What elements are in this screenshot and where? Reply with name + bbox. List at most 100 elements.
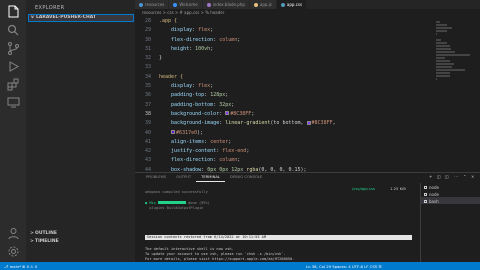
tab-index-blade[interactable]: index.blade.php: [202, 0, 250, 9]
extensions-icon[interactable]: [6, 77, 21, 92]
minimap-line: [436, 42, 447, 44]
code-token: column: [219, 157, 238, 164]
code-token: linear-gradient: [225, 120, 271, 127]
code-line[interactable]: 41 align-items: center;: [135, 138, 480, 147]
tab-resources[interactable]: resources: [135, 0, 170, 9]
more-icon[interactable]: ⋯: [454, 174, 458, 179]
tab-problems[interactable]: PROBLEMS: [141, 173, 171, 182]
code-line[interactable]: 33: [135, 63, 480, 72]
code-token: ;: [237, 157, 241, 164]
color-swatch[interactable]: [225, 111, 230, 116]
code-line[interactable]: 39 background-image: linear-gradient(to …: [135, 119, 480, 128]
minimap-line: [436, 60, 451, 62]
close-panel-icon[interactable]: ×: [471, 174, 474, 179]
code-line[interactable]: 32}: [135, 54, 480, 63]
terminal-size-badge: 1.25 KiB: [390, 186, 406, 191]
split-terminal-icon[interactable]: ◫: [437, 174, 441, 179]
minimap-line: [436, 45, 450, 47]
sidebar-section-timeline[interactable]: >TIMELINE: [27, 238, 135, 246]
explorer-sidebar: EXPLORER v LARAVEL-PUSHER-CHAT >OUTLINE >…: [27, 0, 135, 262]
activity-bar: [0, 0, 27, 262]
source-control-icon[interactable]: [6, 41, 21, 56]
line-number: 38: [144, 110, 151, 117]
tab-terminal[interactable]: TERMINAL: [196, 173, 225, 182]
breadcrumb[interactable]: resources > css > # app.css > % header: [135, 9, 480, 17]
code-line[interactable]: 28 .app {: [135, 17, 480, 26]
code-line[interactable]: 42 justify-content: flex-end;: [135, 147, 480, 156]
run-debug-icon[interactable]: [6, 59, 21, 74]
file-tree-area: [27, 22, 135, 230]
code-line[interactable]: 36 padding-top: 128px;: [135, 91, 480, 100]
folder-icon: [139, 2, 143, 7]
minimap-line: [436, 33, 437, 35]
terminal-output[interactable]: webpack compiled successfully ● Mix done …: [135, 183, 412, 263]
minimap-line: [436, 66, 453, 68]
color-swatch[interactable]: [171, 130, 176, 135]
code-token: );: [197, 129, 204, 136]
status-bar: ⎇ main* ⊗ 0 ⚠ 0 Ln 38, Col 29 Spaces: 4 …: [0, 262, 480, 270]
code-token: ,: [332, 120, 336, 127]
minimap[interactable]: [433, 17, 473, 172]
new-terminal-icon[interactable]: +: [429, 174, 432, 179]
code-token: background-image: [159, 120, 220, 127]
status-left[interactable]: ⎇ main* ⊗ 0 ⚠ 0: [4, 264, 37, 269]
search-icon[interactable]: [6, 23, 21, 38]
minimap-line: [436, 57, 445, 59]
minimap-line: [436, 63, 454, 65]
code-token: display: [159, 27, 193, 34]
gear-icon[interactable]: [6, 244, 21, 259]
code-line[interactable]: 38 background-color: #8C38FF;: [135, 110, 480, 119]
code-line[interactable]: 30 flex-direction: column;: [135, 36, 480, 45]
terminal-icon: [424, 192, 427, 196]
sidebar-section-outline[interactable]: >OUTLINE: [27, 230, 135, 238]
terminal-name: node: [429, 191, 439, 197]
terminal-icon: [424, 185, 427, 189]
maximize-panel-icon[interactable]: ⌃: [463, 174, 466, 179]
account-icon[interactable]: [6, 226, 21, 241]
code-token: }: [159, 55, 163, 62]
line-number: 36: [144, 92, 151, 99]
code-line[interactable]: 29 display: flex;: [135, 26, 480, 35]
trash-icon[interactable]: ◫: [445, 174, 449, 179]
status-right[interactable]: Ln 38, Col 29 Spaces: 4 UTF-8 LF CSS ☰: [306, 264, 382, 269]
terminal-item[interactable]: node: [421, 183, 480, 190]
tab-app-js[interactable]: app.js: [249, 0, 277, 9]
code-line[interactable]: 34 header {: [135, 73, 480, 82]
editor-tabs: resources Welcome index.blade.php app.js…: [135, 0, 480, 9]
tab-welcome[interactable]: Welcome: [169, 0, 203, 9]
tab-app-css[interactable]: app.css: [276, 0, 308, 9]
code-token: padding-bottom: [159, 101, 214, 108]
code-line[interactable]: 43 flex-direction: column;: [135, 156, 480, 165]
code-line[interactable]: 31 height: 100vh;: [135, 45, 480, 54]
code-token: 128px: [210, 92, 226, 99]
code-line[interactable]: 40 #6317e0);: [135, 129, 480, 138]
code-token: flex-end: [222, 148, 247, 155]
tab-label: index.blade.php: [212, 2, 245, 7]
terminal-item[interactable]: node: [421, 190, 480, 197]
terminal-icon: [424, 199, 427, 203]
minimap-line: [436, 54, 470, 56]
minimap-line: [436, 39, 441, 41]
code-token: ;: [237, 36, 241, 43]
code-token: ;: [251, 110, 255, 117]
line-number: 32: [144, 55, 151, 62]
line-number: 28: [144, 18, 151, 24]
remote-icon[interactable]: [6, 95, 21, 110]
tab-debug-console[interactable]: DEBUG CONSOLE: [225, 173, 267, 182]
files-icon[interactable]: [6, 4, 21, 19]
code-token: column: [219, 36, 238, 43]
code-line[interactable]: 35 display: flex;: [135, 82, 480, 91]
code-editor[interactable]: 28 .app {29 display: flex; 30 flex-directi…: [135, 17, 480, 172]
code-token: display: [159, 83, 193, 90]
line-number: 31: [144, 45, 151, 52]
code-line[interactable]: 37 padding-bottom: 32px;: [135, 101, 480, 110]
terminal-list: node node bash: [420, 183, 480, 263]
explorer-title: EXPLORER: [35, 5, 65, 11]
terminal-item[interactable]: bash: [421, 197, 480, 204]
tab-output[interactable]: OUTPUT: [171, 173, 196, 182]
color-swatch[interactable]: [306, 120, 311, 125]
line-number: 37: [144, 101, 151, 108]
line-number: 30: [144, 36, 151, 43]
code-token: 100vh: [195, 45, 211, 52]
sidebar-section-project[interactable]: v LARAVEL-PUSHER-CHAT: [28, 14, 134, 22]
